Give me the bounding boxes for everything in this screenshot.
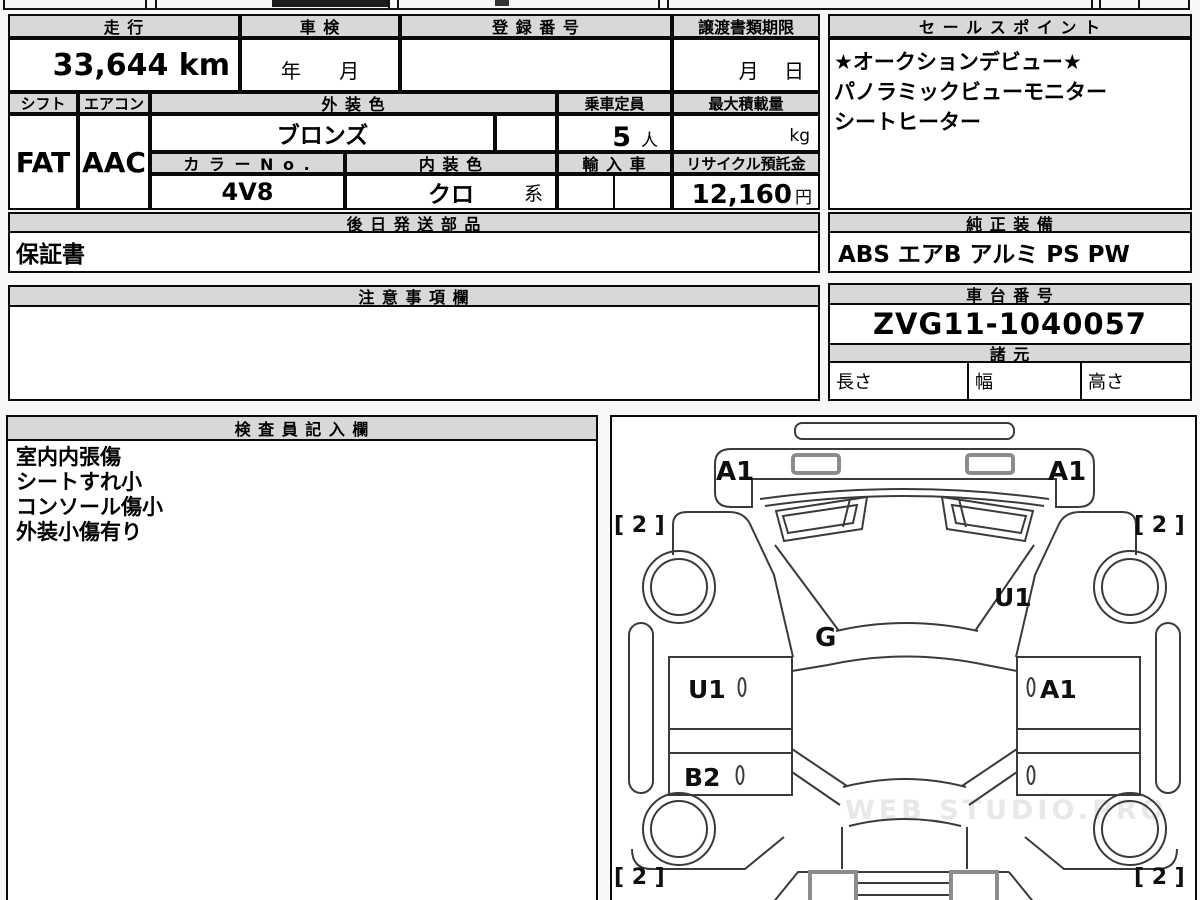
damage-code-front-right: A1 [1048,457,1087,487]
recycle-deposit-number: 12,160 [691,180,792,210]
inspector-line: シートすれ小 [16,470,142,494]
equipment-header: 純 正 装 備 [828,212,1192,234]
capacity-unit: 人 [641,131,658,151]
capacity-number: 5 [612,122,631,153]
shaken-value: 年 月 [240,38,400,92]
tire-mark-front-left: [ 2 ] [614,513,665,538]
transfer-deadline-header: 譲渡書類期限 [672,14,820,38]
damage-code-front-left: A1 [716,457,755,487]
exterior-color-extra-cell [495,114,557,152]
import-car-header: 輸 入 車 [557,152,672,174]
registration-header: 登 録 番 号 [400,14,672,38]
transfer-deadline-value: 月 日 [672,38,820,92]
shift-value: FAT [8,114,78,210]
equipment-value: ABS エアB アルミ PS PW [828,231,1192,273]
auction-sheet: 走 行 車 検 登 録 番 号 譲渡書類期限 33,644 km 年 月 月 日… [0,0,1200,900]
damage-code-right-front-door: A1 [1040,675,1077,704]
sales-point-line: パノラミックビューモニター [834,80,1107,104]
inspector-body: 室内内張傷 シートすれ小 コンソール傷小 外装小傷有り [6,439,598,900]
damage-code-glass: G [815,623,837,653]
recycle-deposit-header: リサイクル預託金 [672,152,820,174]
chassis-value: ZVG11-1040057 [828,303,1192,345]
tire-mark-rear-right: [ 2 ] [1134,865,1185,890]
tire-mark-rear-left: [ 2 ] [614,865,665,890]
notes-header: 注 意 事 項 欄 [8,285,820,307]
import-car-cell-2 [613,174,672,210]
inspector-header: 検 査 員 記 入 欄 [6,415,598,441]
aircon-header: エアコン [78,92,150,114]
shaken-header: 車 検 [240,14,400,38]
damage-code-right-fender: U1 [994,583,1032,612]
notes-body [8,305,820,401]
exterior-color-header: 外 装 色 [150,92,557,114]
interior-color-value: クロ 系 [345,174,557,210]
tire-mark-front-right: [ 2 ] [1134,513,1185,538]
exterior-color-value: ブロンズ [150,114,495,152]
recycle-deposit-value: 12,160 円 [672,174,820,210]
inspector-line: 外装小傷有り [16,520,142,544]
shift-header: シフト [8,92,78,114]
damage-code-left-rear-door: B2 [684,763,721,792]
inspector-line: 室内内張傷 [16,445,121,469]
damage-diagram: WEB STUDIO.PRO A1 A1 [2] [2] U1 G U1… [610,415,1197,900]
damage-code-left-front-door: U1 [688,675,726,704]
inspector-line: コンソール傷小 [16,495,163,519]
sales-point-line: ★オークションデビュー★ [834,50,1082,74]
color-no-value: 4V8 [150,174,345,210]
max-load-header: 最大積載量 [672,92,820,114]
interior-color-header: 内 装 色 [345,152,557,174]
capacity-header: 乗車定員 [557,92,672,114]
spec-length-cell: 長さ [828,361,969,401]
specs-header: 諸 元 [828,343,1192,364]
later-parts-header: 後 日 発 送 部 品 [8,212,820,234]
chassis-header: 車 台 番 号 [828,283,1192,305]
max-load-value: kg [672,114,820,152]
recycle-deposit-unit: 円 [795,188,812,208]
sales-point-header: セ ー ル ス ポ イ ン ト [828,14,1192,38]
sales-point-line: シートヒーター [834,110,981,134]
color-no-header: カ ラ ー N o . [150,152,345,174]
import-car-cell-1 [557,174,615,210]
aircon-value: AAC [78,114,150,210]
sales-point-body: ★オークションデビュー★ パノラミックビューモニター シートヒーター [828,38,1192,210]
spec-width-cell: 幅 [967,361,1082,401]
mileage-value: 33,644 km [8,38,240,92]
mileage-header: 走 行 [8,14,240,38]
registration-value [400,38,672,92]
interior-color-name: クロ [428,182,474,208]
capacity-value: 5人 [557,114,672,153]
later-parts-value: 保証書 [8,231,820,273]
car-outline-drawing [628,422,1181,900]
spec-height-cell: 高さ [1080,361,1192,401]
interior-color-suffix: 系 [523,182,543,205]
